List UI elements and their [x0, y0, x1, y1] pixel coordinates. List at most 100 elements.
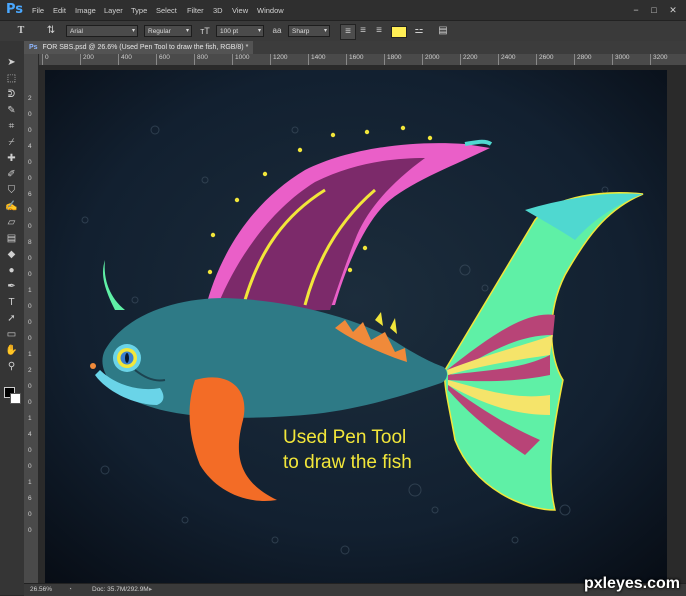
move-tool-icon[interactable]: ➤: [3, 55, 20, 70]
document-canvas[interactable]: Used Pen Tool to draw the fish: [45, 70, 667, 583]
brush-tool-icon[interactable]: ✐: [3, 167, 20, 182]
ruler-left-label: 1: [28, 479, 32, 486]
ruler-left: 2 0 0 4 0 0 6 0 0 8 0 0 1 0 0 0 1 2 0 0 1 4 0 0 1 6 0 0: [24, 65, 38, 583]
menu-image[interactable]: Image: [75, 6, 96, 15]
menu-layer[interactable]: Layer: [104, 6, 123, 15]
status-info-icon[interactable]: ◔: [68, 584, 72, 596]
ruler-left-label: 1: [28, 415, 32, 422]
eyedropper-tool-icon[interactable]: ⌿: [3, 135, 20, 150]
restore-button[interactable]: □: [645, 4, 663, 16]
ruler-top-label: 1600: [346, 54, 363, 65]
text-color-swatch[interactable]: [391, 26, 407, 38]
document-tab[interactable]: Ps FOR SBS.psd @ 26.6% (Used Pen Tool to…: [24, 41, 254, 54]
minimize-button[interactable]: −: [627, 4, 645, 16]
toggle-text-orientation-icon[interactable]: ⇅: [44, 24, 58, 38]
dodge-tool-icon[interactable]: ●: [3, 263, 20, 278]
clone-stamp-tool-icon[interactable]: ⛉: [3, 183, 20, 198]
caption-line-2: to draw the fish: [283, 452, 412, 473]
warp-text-icon[interactable]: ⚍: [412, 24, 426, 38]
options-bar: T ⇅ Arial ▾ Regular ▾ ᴛT 100 pt ▾ aa Sharp ▾…: [0, 20, 686, 43]
caption-line-1: Used Pen Tool: [283, 427, 406, 448]
gradient-tool-icon[interactable]: ▤: [3, 231, 20, 246]
type-tool-preset-icon[interactable]: T: [14, 24, 28, 38]
zoom-level[interactable]: 26.56%: [30, 584, 52, 596]
type-tool-icon[interactable]: T: [3, 295, 20, 310]
ruler-top-label: 2000: [422, 54, 439, 65]
menu-edit[interactable]: Edit: [53, 6, 66, 15]
lasso-tool-icon[interactable]: ᕲ: [3, 87, 20, 102]
quick-select-tool-icon[interactable]: ✎: [3, 103, 20, 118]
menu-bar: Ps File Edit Image Layer Type Select Fil…: [0, 0, 686, 20]
ruler-left-label: 6: [28, 191, 32, 198]
photoshop-logo: Ps: [6, 2, 24, 17]
blur-tool-icon[interactable]: ◆: [3, 247, 20, 262]
ruler-left-label: 8: [28, 239, 32, 246]
hand-tool-icon[interactable]: ✋: [3, 343, 20, 358]
align-center-icon[interactable]: ≡: [356, 24, 370, 38]
ruler-top-label: 2200: [460, 54, 477, 65]
menu-select[interactable]: Select: [156, 6, 177, 15]
font-size-select[interactable]: 100 pt ▾: [216, 25, 264, 37]
path-select-tool-icon[interactable]: ➚: [3, 311, 20, 326]
watermark: pxleyes.com: [583, 575, 680, 592]
crop-tool-icon[interactable]: ⌗: [3, 119, 20, 134]
ruler-left-label: 0: [28, 383, 32, 390]
ps-doc-icon: Ps: [29, 44, 38, 51]
close-button[interactable]: ✕: [664, 4, 682, 16]
ruler-top-label: 1000: [232, 54, 249, 65]
ruler-left-label: 0: [28, 463, 32, 470]
eraser-tool-icon[interactable]: ▱: [3, 215, 20, 230]
ruler-top-label: 1200: [270, 54, 287, 65]
ruler-top-label: 400: [118, 54, 132, 65]
align-right-icon[interactable]: ≡: [372, 24, 386, 38]
ruler-top-label: 2600: [536, 54, 553, 65]
character-panel-icon[interactable]: ▤: [436, 24, 450, 38]
ruler-origin[interactable]: [24, 54, 39, 65]
ruler-top-label: 3200: [650, 54, 667, 65]
zoom-tool-icon[interactable]: ⚲: [3, 359, 20, 374]
font-size-icon: ᴛT: [200, 26, 210, 36]
shape-tool-icon[interactable]: ▭: [3, 327, 20, 342]
ruler-left-label: 4: [28, 431, 32, 438]
font-family-select[interactable]: Arial ▾: [66, 25, 138, 37]
menu-3d[interactable]: 3D: [213, 6, 223, 15]
ruler-left-label: 0: [28, 447, 32, 454]
ruler-top-label: 1400: [308, 54, 325, 65]
ruler-top-label: 200: [80, 54, 94, 65]
align-left-icon[interactable]: ≡: [340, 24, 356, 40]
font-family-value: Arial: [70, 28, 84, 35]
ruler-top-label: 2800: [574, 54, 591, 65]
ruler-top-label: 800: [194, 54, 208, 65]
ruler-left-label: 0: [28, 303, 32, 310]
ruler-left-label: 1: [28, 287, 32, 294]
menu-filter[interactable]: Filter: [187, 6, 204, 15]
menu-view[interactable]: View: [232, 6, 248, 15]
ruler-left-label: 0: [28, 159, 32, 166]
font-size-value: 100 pt: [220, 28, 239, 35]
ruler-left-label: 2: [28, 95, 32, 102]
pen-tool-icon[interactable]: ✒: [3, 279, 20, 294]
document-size: Doc: 35.7M/292.9M: [92, 586, 149, 593]
status-menu-arrow-icon[interactable]: ▸: [149, 584, 152, 596]
fish-artwork: Used Pen Tool to draw the fish: [45, 70, 667, 583]
ruler-left-label: 0: [28, 399, 32, 406]
ruler-top-label: 3000: [612, 54, 629, 65]
font-style-select[interactable]: Regular ▾: [144, 25, 192, 37]
history-brush-tool-icon[interactable]: ✍: [3, 199, 20, 214]
ruler-left-label: 0: [28, 271, 32, 278]
menu-file[interactable]: File: [32, 6, 44, 15]
antialias-icon: aa: [272, 26, 282, 35]
menu-type[interactable]: Type: [131, 6, 147, 15]
ruler-left-label: 0: [28, 511, 32, 518]
background-color-swatch[interactable]: [10, 393, 21, 404]
healing-brush-tool-icon[interactable]: ✚: [3, 151, 20, 166]
toolbox: ➤ ⬚ ᕲ ✎ ⌗ ⌿ ✚ ✐ ⛉ ✍ ▱ ▤ ◆ ● ✒ T ➚ ▭ ✋ ⚲: [0, 41, 25, 595]
menu-window[interactable]: Window: [257, 6, 284, 15]
ruler-left-label: 0: [28, 335, 32, 342]
antialias-select[interactable]: Sharp ▾: [288, 25, 330, 37]
ruler-top-label: 0: [42, 54, 49, 65]
marquee-tool-icon[interactable]: ⬚: [3, 71, 20, 86]
ruler-left-label: 0: [28, 255, 32, 262]
document-title: FOR SBS.psd @ 26.6% (Used Pen Tool to dr…: [42, 44, 244, 51]
ruler-left-label: 4: [28, 143, 32, 150]
